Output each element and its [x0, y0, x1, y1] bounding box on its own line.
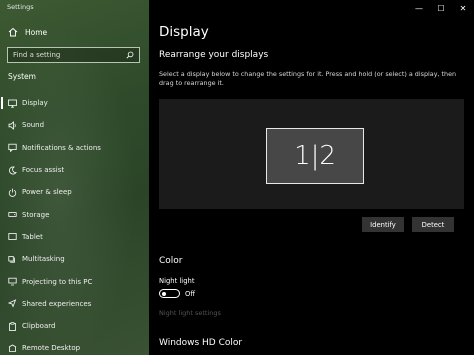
- rearrange-heading: Rearrange your displays: [159, 50, 269, 60]
- night-light-state: Off: [185, 290, 196, 298]
- monitor-tile[interactable]: 1|2: [266, 128, 364, 184]
- shared-icon: [8, 299, 17, 308]
- remote-desktop-icon: [8, 344, 17, 353]
- sidebar-item-label: Focus assist: [22, 166, 65, 175]
- night-light-toggle[interactable]: [159, 289, 180, 298]
- sidebar-item-projecting[interactable]: Projecting to this PC: [0, 270, 149, 292]
- detect-button[interactable]: Detect: [412, 217, 454, 232]
- rearrange-description: Select a display below to change the set…: [159, 70, 457, 87]
- sidebar-item-focus-assist[interactable]: Focus assist: [0, 159, 149, 181]
- clipboard-icon: [8, 321, 17, 331]
- multitasking-icon: [8, 255, 17, 264]
- sidebar-item-power-sleep[interactable]: Power & sleep: [0, 181, 149, 203]
- sidebar-item-label: Power & sleep: [22, 188, 72, 197]
- sidebar-item-tablet[interactable]: Tablet: [0, 226, 149, 248]
- storage-icon: [8, 210, 17, 219]
- home-link[interactable]: Home: [8, 27, 47, 37]
- sidebar-item-label: Clipboard: [22, 322, 56, 331]
- identify-button[interactable]: Identify: [362, 217, 404, 232]
- sidebar-nav: Display Sound Notifications & actions Fo…: [0, 92, 149, 355]
- main-content: Display Rearrange your displays Select a…: [149, 0, 474, 355]
- sidebar-item-label: Tablet: [22, 232, 43, 241]
- sidebar-item-sound[interactable]: Sound: [0, 114, 149, 136]
- toggle-knob: [162, 291, 166, 296]
- sidebar-item-label: Remote Desktop: [22, 344, 81, 353]
- sidebar-item-storage[interactable]: Storage: [0, 203, 149, 225]
- search-icon[interactable]: [126, 51, 134, 59]
- night-light-settings-link[interactable]: Night light settings: [159, 309, 221, 317]
- window-title: Settings: [7, 3, 34, 11]
- speaker-icon: [8, 121, 17, 130]
- hd-color-heading: Windows HD Color: [159, 338, 243, 348]
- sidebar-item-label: Display: [22, 99, 48, 108]
- sidebar-item-label: Shared experiences: [22, 299, 92, 308]
- sidebar-item-label: Multitasking: [22, 255, 65, 264]
- page-title: Display: [159, 24, 209, 40]
- display-arrangement-area[interactable]: 1|2: [159, 99, 464, 209]
- home-icon: [8, 27, 18, 37]
- home-label: Home: [25, 27, 48, 37]
- sidebar-item-notifications[interactable]: Notifications & actions: [0, 137, 149, 159]
- notification-icon: [8, 143, 17, 153]
- tablet-icon: [8, 232, 17, 241]
- sidebar-item-label: Notifications & actions: [22, 143, 101, 152]
- power-icon: [8, 188, 17, 197]
- projecting-icon: [8, 277, 17, 286]
- sidebar-item-display[interactable]: Display: [0, 92, 149, 114]
- monitor-icon: [8, 99, 17, 108]
- sidebar-item-label: Projecting to this PC: [22, 277, 93, 286]
- color-heading: Color: [159, 256, 183, 266]
- search-placeholder: Find a setting: [13, 51, 61, 59]
- sidebar-item-clipboard[interactable]: Clipboard: [0, 315, 149, 337]
- section-label: System: [8, 72, 36, 81]
- moon-icon: [8, 166, 17, 175]
- sidebar-item-multitasking[interactable]: Multitasking: [0, 248, 149, 270]
- search-input[interactable]: Find a setting: [7, 47, 140, 63]
- night-light-label: Night light: [159, 277, 195, 285]
- sidebar-item-shared-experiences[interactable]: Shared experiences: [0, 293, 149, 315]
- sidebar: Settings Home Find a setting System Disp…: [0, 0, 149, 355]
- sidebar-item-remote-desktop[interactable]: Remote Desktop: [0, 337, 149, 355]
- sidebar-item-label: Storage: [22, 210, 50, 219]
- sidebar-item-label: Sound: [22, 121, 45, 130]
